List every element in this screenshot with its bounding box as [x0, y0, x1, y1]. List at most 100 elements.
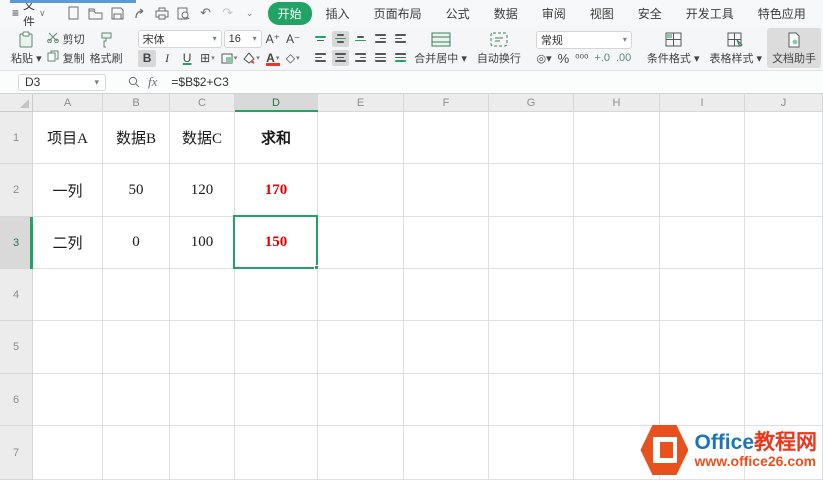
cell-D1[interactable]: 求和	[235, 112, 318, 164]
cell-A3[interactable]: 二列	[33, 217, 103, 269]
tab-security[interactable]: 安全	[628, 2, 672, 25]
column-header-C[interactable]: C	[170, 94, 235, 112]
increase-font-button[interactable]: A⁺	[264, 30, 282, 47]
cell-F5[interactable]	[404, 321, 489, 374]
cell-F3[interactable]	[404, 217, 489, 269]
table-style-button[interactable]: 表格样式 ▾	[704, 28, 767, 68]
align-top-icon[interactable]	[312, 31, 329, 47]
row-header-4[interactable]: 4	[0, 269, 33, 321]
justify-icon[interactable]	[372, 50, 389, 66]
column-header-F[interactable]: F	[404, 94, 489, 112]
cut-button[interactable]: 剪切	[47, 31, 85, 47]
cell-I4[interactable]	[660, 269, 745, 321]
cell-G7[interactable]	[489, 426, 574, 480]
decrease-indent-icon[interactable]	[372, 31, 389, 47]
cell-D2[interactable]: 170	[235, 164, 318, 217]
cell-B3[interactable]: 0	[103, 217, 170, 269]
cell-B7[interactable]	[103, 426, 170, 480]
tab-view[interactable]: 视图	[580, 2, 624, 25]
column-header-G[interactable]: G	[489, 94, 574, 112]
cell-J1[interactable]	[745, 112, 823, 164]
increase-indent-icon[interactable]	[392, 31, 409, 47]
cell-G2[interactable]	[489, 164, 574, 217]
select-all-corner[interactable]	[0, 94, 33, 112]
cell-H1[interactable]	[574, 112, 660, 164]
italic-button[interactable]: I	[158, 50, 176, 67]
clear-format-button[interactable]: ◇▾	[284, 50, 302, 67]
cell-D5[interactable]	[235, 321, 318, 374]
currency-button[interactable]: ◎▾	[536, 52, 551, 65]
doc-assistant-button[interactable]: 文档助手	[767, 28, 821, 68]
align-right-icon[interactable]	[352, 50, 369, 66]
cell-A4[interactable]	[33, 269, 103, 321]
cell-B1[interactable]: 数据B	[103, 112, 170, 164]
cell-B2[interactable]: 50	[103, 164, 170, 217]
conditional-format-button[interactable]: 条件格式 ▾	[642, 28, 705, 68]
cell-J4[interactable]	[745, 269, 823, 321]
cell-F6[interactable]	[404, 374, 489, 426]
tab-data[interactable]: 数据	[484, 2, 528, 25]
percent-button[interactable]: %	[558, 51, 570, 66]
cell-G3[interactable]	[489, 217, 574, 269]
cell-H2[interactable]	[574, 164, 660, 217]
distribute-icon[interactable]	[392, 50, 409, 66]
wrap-text-button[interactable]: 自动换行	[472, 28, 526, 68]
copy-button[interactable]: 复制	[47, 50, 85, 66]
cell-A6[interactable]	[33, 374, 103, 426]
cell-F2[interactable]	[404, 164, 489, 217]
cell-A7[interactable]	[33, 426, 103, 480]
cell-J6[interactable]	[745, 374, 823, 426]
cell-C3[interactable]: 100	[170, 217, 235, 269]
cell-I6[interactable]	[660, 374, 745, 426]
column-header-A[interactable]: A	[33, 94, 103, 112]
cell-C6[interactable]	[170, 374, 235, 426]
decrease-decimal-button[interactable]: .00	[616, 52, 631, 64]
column-header-J[interactable]: J	[745, 94, 823, 112]
cell-B6[interactable]	[103, 374, 170, 426]
cell-G4[interactable]	[489, 269, 574, 321]
cell-J3[interactable]	[745, 217, 823, 269]
tab-formulas[interactable]: 公式	[436, 2, 480, 25]
align-bottom-icon[interactable]	[352, 31, 369, 47]
print-preview-button[interactable]	[174, 3, 194, 23]
fx-button[interactable]: fx	[148, 74, 157, 90]
redo-button[interactable]: ↷	[218, 3, 238, 23]
tab-home[interactable]: 开始	[268, 2, 312, 25]
cell-I3[interactable]	[660, 217, 745, 269]
merge-center-button[interactable]: 合并居中 ▾	[409, 28, 472, 68]
cell-D4[interactable]	[235, 269, 318, 321]
customize-toolbar-icon[interactable]: ⌄	[240, 3, 260, 23]
font-size-select[interactable]: 16▾	[224, 30, 262, 48]
tab-review[interactable]: 审阅	[532, 2, 576, 25]
number-format-select[interactable]: 常规▾	[536, 31, 632, 49]
cell-C4[interactable]	[170, 269, 235, 321]
formula-input[interactable]: =$B$2+C3	[171, 75, 228, 89]
row-header-7[interactable]: 7	[0, 426, 33, 480]
cell-J5[interactable]	[745, 321, 823, 374]
magnifier-icon[interactable]	[128, 76, 140, 88]
cell-E3[interactable]	[318, 217, 404, 269]
row-header-2[interactable]: 2	[0, 164, 33, 217]
cell-B5[interactable]	[103, 321, 170, 374]
cell-E1[interactable]	[318, 112, 404, 164]
row-header-3[interactable]: 3	[0, 217, 33, 269]
save-button[interactable]	[108, 3, 128, 23]
cell-J2[interactable]	[745, 164, 823, 217]
row-header-5[interactable]: 5	[0, 321, 33, 374]
cell-H3[interactable]	[574, 217, 660, 269]
undo-button[interactable]: ↶	[196, 3, 216, 23]
cell-D7[interactable]	[235, 426, 318, 480]
print-button[interactable]	[152, 3, 172, 23]
cell-H5[interactable]	[574, 321, 660, 374]
cell-B4[interactable]	[103, 269, 170, 321]
format-painter-button[interactable]: 格式刷	[85, 28, 128, 68]
cell-D3[interactable]: 150	[235, 217, 318, 269]
increase-decimal-button[interactable]: +.0	[594, 52, 610, 64]
cell-C1[interactable]: 数据C	[170, 112, 235, 164]
align-center-icon[interactable]	[332, 50, 349, 66]
decrease-font-button[interactable]: A⁻	[284, 30, 302, 47]
column-header-H[interactable]: H	[574, 94, 660, 112]
cell-F1[interactable]	[404, 112, 489, 164]
thousands-separator-button[interactable]: ⁰⁰⁰	[575, 52, 588, 65]
cell-E5[interactable]	[318, 321, 404, 374]
